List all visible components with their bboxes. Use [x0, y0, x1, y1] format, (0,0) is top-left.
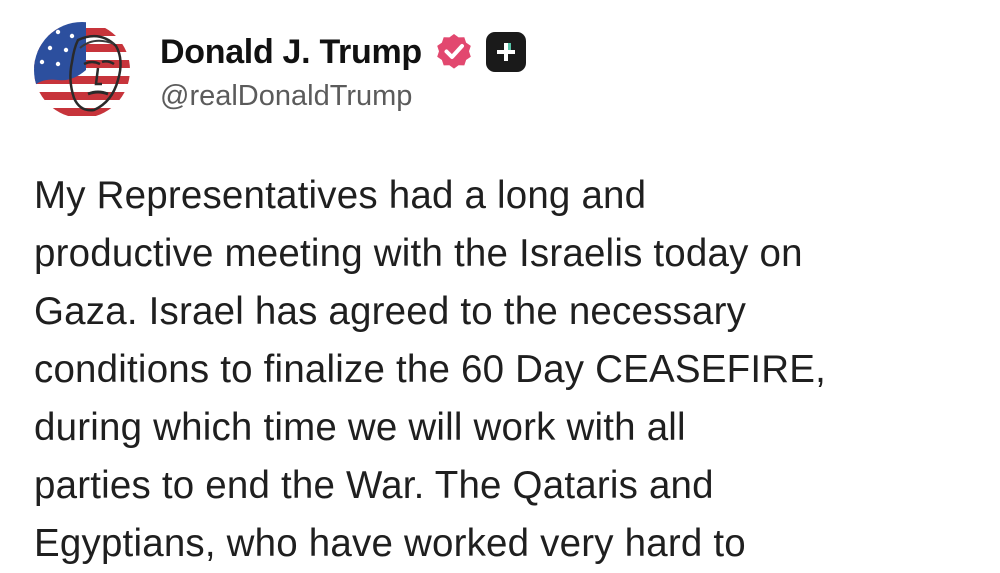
- verified-badge-icon: [434, 32, 474, 72]
- display-name[interactable]: Donald J. Trump: [160, 33, 422, 72]
- post-header: Donald J. Trump @realDonaldTrump: [34, 22, 526, 132]
- author-identity: Donald J. Trump @realDonaldTrump: [160, 28, 526, 113]
- name-row: Donald J. Trump: [160, 28, 526, 76]
- flag-face-avatar-icon: [34, 22, 130, 118]
- author-handle[interactable]: @realDonaldTrump: [160, 80, 526, 113]
- post-card: Donald J. Trump @realDonaldTrump My Repr…: [0, 0, 1000, 565]
- post-text: My Representatives had a long and produc…: [34, 174, 827, 565]
- plus-badge-icon[interactable]: [485, 32, 526, 72]
- avatar[interactable]: [34, 22, 130, 118]
